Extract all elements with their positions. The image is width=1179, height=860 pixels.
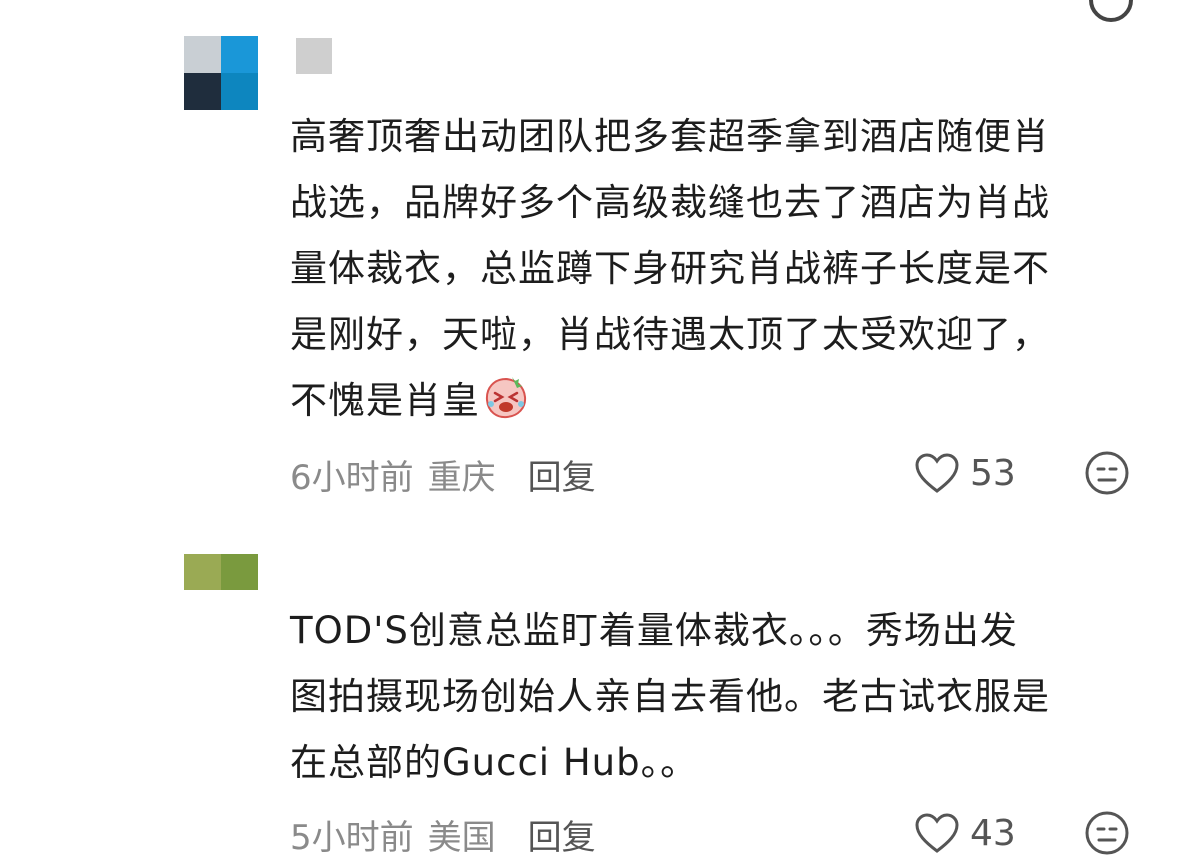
dislike-icon[interactable] (1089, 0, 1133, 22)
comment-line: 不愧是肖皇 (290, 368, 1130, 434)
comment-time: 5小时前 (290, 818, 414, 858)
comment-meta: 5小时前 美国 回复 (290, 810, 596, 859)
heart-icon (915, 453, 959, 493)
comment-line: 是刚好，天啦，肖战待遇太顶了太受欢迎了， (290, 313, 1050, 356)
dislike-icon[interactable] (1084, 450, 1130, 496)
reply-button[interactable]: 回复 (528, 818, 596, 858)
like-count: 53 (970, 452, 1016, 494)
comment-text: 高奢顶奢出动团队把多套超季拿到酒店随便肖 战选，品牌好多个高级裁缝也去了酒店为肖… (290, 104, 1130, 434)
dislike-icon[interactable] (1084, 810, 1130, 856)
comment-line: 在总部的Gucci Hub。。 (290, 741, 699, 784)
username-redacted[interactable] (296, 38, 332, 74)
comment-time: 6小时前 (290, 458, 414, 498)
comment-line: 图拍摄现场创始人亲自去看他。老古试衣服是 (290, 675, 1050, 718)
avatar[interactable] (184, 554, 258, 590)
comment-line: 高奢顶奢出动团队把多套超季拿到酒店随便肖 (290, 115, 1050, 158)
heart-icon (915, 813, 959, 853)
comment-feed: 高奢顶奢出动团队把多套超季拿到酒店随便肖 战选，品牌好多个高级裁缝也去了酒店为肖… (0, 0, 1179, 860)
comment-line: TOD'S创意总监盯着量体裁衣。。。秀场出发 (290, 609, 1018, 652)
like-button[interactable]: 53 (914, 448, 1016, 498)
comment-meta: 6小时前 重庆 回复 (290, 450, 596, 499)
comment-line: 战选，品牌好多个高级裁缝也去了酒店为肖战 (290, 181, 1050, 224)
like-button[interactable]: 43 (914, 808, 1016, 858)
avatar[interactable] (184, 36, 258, 110)
comment-location: 美国 (427, 818, 496, 858)
laughing-crying-emoji-icon (485, 377, 527, 419)
comment-line: 量体裁衣，总监蹲下身研究肖战裤子长度是不 (290, 247, 1050, 290)
like-count: 43 (970, 812, 1016, 854)
reply-button[interactable]: 回复 (528, 458, 596, 498)
comment-location: 重庆 (427, 458, 496, 498)
comment-text: TOD'S创意总监盯着量体裁衣。。。秀场出发 图拍摄现场创始人亲自去看他。老古试… (290, 598, 1130, 796)
